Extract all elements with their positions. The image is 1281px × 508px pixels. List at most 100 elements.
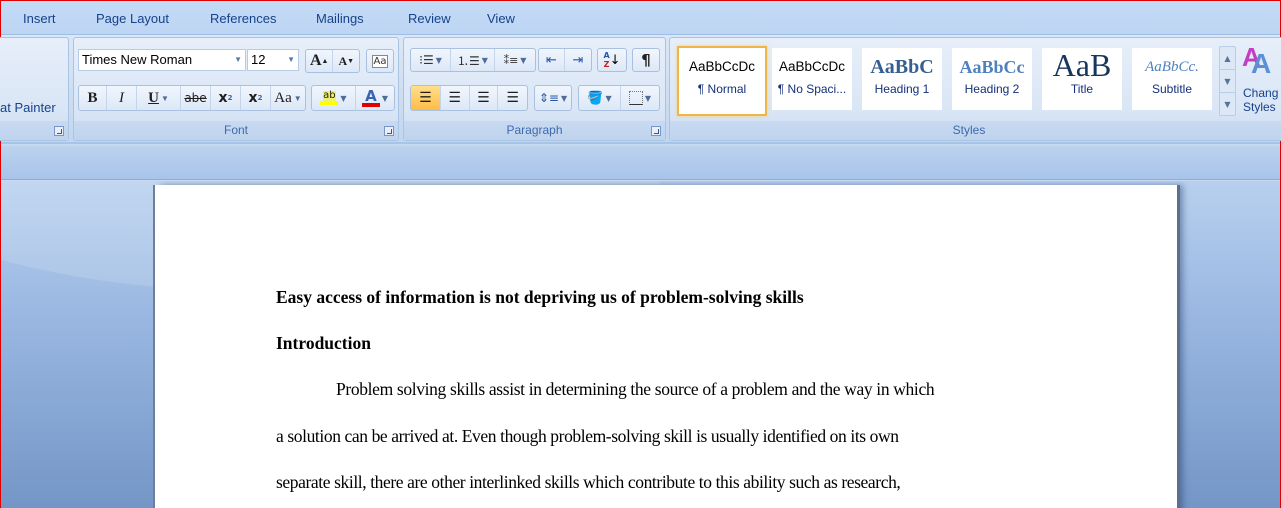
numbering-button[interactable]: ⒈☰ ▼ <box>451 49 495 71</box>
style-sample: AaBbC <box>870 56 934 78</box>
change-styles-icon-overlay: A <box>1251 48 1272 79</box>
highlight-color-button[interactable]: ab ▼ <box>312 86 356 110</box>
numbered-list-icon: ⒈☰ <box>457 53 480 68</box>
chevron-down-icon[interactable]: ▼ <box>606 94 612 103</box>
bullets-button[interactable]: ⁝☰ ▼ <box>411 49 451 71</box>
align-right-icon: ☰ <box>477 90 490 106</box>
style-normal[interactable]: AaBbCcDc ¶ Normal <box>677 46 767 116</box>
change-styles-label: Chang Styles <box>1243 86 1278 114</box>
shrink-font-button[interactable]: A ▼ <box>333 50 359 72</box>
pilcrow-icon: ¶ <box>641 51 651 69</box>
strikethrough-icon: abe <box>184 91 207 105</box>
decrease-indent-button[interactable]: ⇤ <box>539 49 566 71</box>
chevron-down-icon[interactable]: ▼ <box>436 56 442 65</box>
chevron-down-icon[interactable]: ▼ <box>340 94 346 103</box>
scroll-down-icon[interactable]: ▼ <box>1220 70 1235 93</box>
tab-references[interactable]: References <box>210 11 276 26</box>
justify-button[interactable]: ☰ <box>498 86 527 110</box>
style-heading-2[interactable]: AaBbCc Heading 2 <box>952 48 1032 110</box>
font-format-buttons: B I U ▼ abe x2 x2 Aa ▼ <box>78 85 306 111</box>
sort-button[interactable]: A Z ↓ <box>597 48 627 72</box>
underline-icon: U <box>148 89 159 106</box>
clipboard-dialog-launcher-icon[interactable] <box>54 126 64 136</box>
style-sample: AaBbCc <box>959 57 1025 77</box>
font-name-combo[interactable]: Times New Roman ▼ <box>78 49 246 71</box>
style-name: Title <box>1070 82 1094 96</box>
style-name: ¶ Normal <box>697 82 747 96</box>
underline-button[interactable]: U ▼ <box>137 86 181 110</box>
more-styles-icon[interactable]: ▼ <box>1220 93 1235 116</box>
tab-view[interactable]: View <box>487 11 515 26</box>
multilevel-list-button[interactable]: ⁑≡ ▼ <box>495 49 535 71</box>
shading-button[interactable]: 🪣 ▼ <box>579 86 621 110</box>
indent-buttons: ⇤ ⇥ <box>538 48 592 72</box>
shrink-font-icon: A <box>338 53 348 68</box>
clear-formatting-button[interactable]: Aa <box>366 49 394 73</box>
alignment-buttons: ☰ ☰ ☰ ☰ <box>410 85 528 111</box>
document-workspace: Easy access of information is not depriv… <box>1 181 1280 508</box>
grow-font-button[interactable]: A ▲ <box>306 50 334 72</box>
font-dialog-launcher-icon[interactable] <box>384 126 394 136</box>
paragraph-dialog-launcher-icon[interactable] <box>651 126 661 136</box>
align-center-button[interactable]: ☰ <box>441 86 470 110</box>
align-left-button[interactable]: ☰ <box>411 86 441 110</box>
strikethrough-button[interactable]: abe <box>181 86 211 110</box>
styles-group: AaBbCcDc ¶ Normal AaBbCcDc ¶ No Spaci...… <box>669 37 1281 141</box>
chevron-down-icon[interactable]: ▼ <box>161 94 169 103</box>
tab-review[interactable]: Review <box>408 11 451 26</box>
shading-borders-buttons: 🪣 ▼ ▼ <box>578 85 660 111</box>
bullet-list-icon: ⁝☰ <box>419 53 434 67</box>
chevron-down-icon[interactable]: ▼ <box>561 94 567 103</box>
align-right-button[interactable]: ☰ <box>470 86 499 110</box>
bold-button[interactable]: B <box>79 86 107 110</box>
style-sample: AaB <box>1052 48 1112 82</box>
change-styles-button[interactable]: A A Chang Styles <box>1240 42 1281 120</box>
clipboard-group: at Painter <box>0 37 69 141</box>
styles-gallery-scroll: ▲ ▼ ▼ <box>1219 46 1236 116</box>
italic-button[interactable]: I <box>107 86 137 110</box>
tab-insert[interactable]: Insert <box>23 11 56 26</box>
change-case-button[interactable]: Aa ▼ <box>271 86 305 110</box>
decrease-indent-icon: ⇤ <box>546 52 557 68</box>
style-subtitle[interactable]: AaBbCc. Subtitle <box>1132 48 1212 110</box>
paragraph-group-label: Paragraph <box>404 121 665 140</box>
document-page[interactable]: Easy access of information is not depriv… <box>155 185 1177 508</box>
change-styles-label-line2: Styles <box>1243 100 1276 114</box>
font-group-label: Font <box>74 121 398 140</box>
chevron-down-icon[interactable]: ▼ <box>482 56 488 65</box>
font-color-button[interactable]: A ▼ <box>356 86 394 110</box>
subscript-button[interactable]: x2 <box>211 86 241 110</box>
align-left-icon: ☰ <box>419 90 432 106</box>
border-icon <box>628 91 643 105</box>
document-title: Easy access of information is not depriv… <box>276 287 804 307</box>
style-no-spacing[interactable]: AaBbCcDc ¶ No Spaci... <box>772 48 852 110</box>
scroll-up-icon[interactable]: ▲ <box>1220 47 1235 70</box>
tab-mailings[interactable]: Mailings <box>316 11 364 26</box>
chevron-down-icon[interactable]: ▼ <box>382 94 388 103</box>
line-spacing-button[interactable]: ⇕≡ ▼ <box>534 85 572 111</box>
chevron-down-icon[interactable]: ▼ <box>234 50 242 70</box>
font-size-combo[interactable]: 12 ▼ <box>247 49 299 71</box>
borders-button[interactable]: ▼ <box>621 86 659 110</box>
show-formatting-marks-button[interactable]: ¶ <box>632 48 660 72</box>
increase-indent-button[interactable]: ⇥ <box>565 49 591 71</box>
format-painter-button[interactable]: at Painter <box>0 100 56 115</box>
font-group: Times New Roman ▼ 12 ▼ A ▲ A ▼ Aa B I U … <box>73 37 399 141</box>
style-name: Heading 2 <box>964 82 1020 96</box>
style-heading-1[interactable]: AaBbC Heading 1 <box>862 48 942 110</box>
ribbon-tabs: Insert Page Layout References Mailings R… <box>1 1 1280 35</box>
superscript-button[interactable]: x2 <box>241 86 271 110</box>
chevron-down-icon[interactable]: ▼ <box>520 56 526 65</box>
chevron-down-icon[interactable]: ▼ <box>645 94 651 103</box>
style-title[interactable]: AaB Title <box>1042 48 1122 110</box>
chevron-down-icon[interactable]: ▼ <box>287 50 295 70</box>
align-center-icon: ☰ <box>448 90 461 106</box>
tab-page-layout[interactable]: Page Layout <box>96 11 169 26</box>
change-styles-label-line1: Chang <box>1243 86 1279 100</box>
document-line: a solution can be arrived at. Even thoug… <box>276 426 899 446</box>
paragraph-group: ⁝☰ ▼ ⒈☰ ▼ ⁑≡ ▼ ⇤ ⇥ A Z ↓ ¶ ☰ ☰ ☰ ☰ ⇕≡ ▼ … <box>403 37 666 141</box>
line-spacing-icon: ⇕≡ <box>538 91 559 105</box>
style-name: Subtitle <box>1151 82 1193 96</box>
chevron-down-icon[interactable]: ▼ <box>294 94 302 103</box>
grow-font-icon: A <box>309 52 322 69</box>
